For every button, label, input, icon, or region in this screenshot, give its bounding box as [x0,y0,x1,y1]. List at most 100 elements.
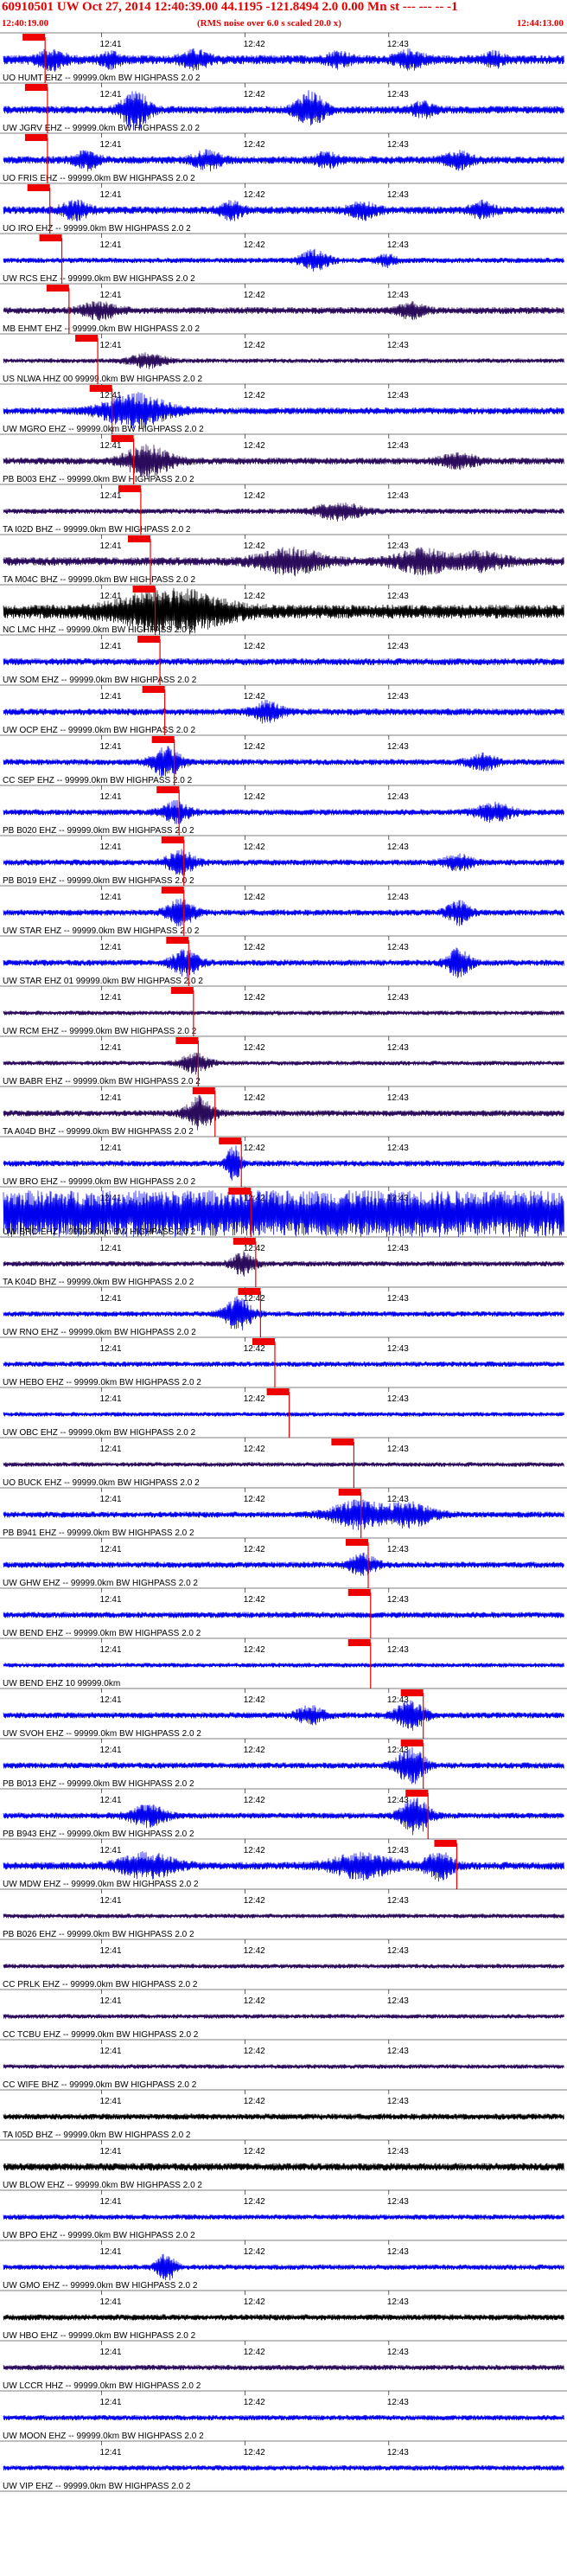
waveform-trace [3,2214,564,2220]
station-label: UW BEND EHZ -- 99999.0km BW HIGHPASS 2.0… [3,1629,201,1638]
pick-marker [233,1238,256,1245]
station-label: UW BABR EHZ -- 99999.0km BW HIGHPASS 2.0… [3,1077,201,1086]
waveform-trace [3,1612,564,1618]
tick-label: 12:43 [387,692,409,702]
tick-label: 12:43 [387,1445,409,1454]
tick-label: 12:42 [244,692,265,702]
waveform-trace [3,2113,564,2120]
tick-label: 12:41 [100,692,122,702]
tick-label: 12:42 [244,1996,265,2006]
station-label: CC TCBU EHZ -- 99999.0km BW HIGHPASS 2.0… [3,2030,199,2040]
pick-marker [346,1539,368,1546]
tick-label: 12:43 [387,1946,409,1956]
pick-marker [219,1137,242,1144]
tick-label: 12:43 [387,491,409,501]
waveform-trace [3,2464,564,2471]
tick-label: 12:43 [387,240,409,250]
tick-label: 12:42 [244,943,265,952]
tick-label: 12:42 [244,893,265,902]
tick-label: 12:43 [387,1344,409,1354]
tick-label: 12:43 [387,1595,409,1605]
tick-label: 12:41 [100,1244,122,1253]
pick-marker [166,937,189,944]
tick-label: 12:41 [100,1144,122,1153]
tick-label: 12:41 [100,441,122,451]
tick-label: 12:43 [387,1394,409,1404]
tick-label: 12:43 [387,742,409,752]
station-label: UW MOON EHZ -- 99999.0km BW HIGHPASS 2.0… [3,2432,204,2441]
tick-label: 12:42 [244,642,265,651]
waveform-trace [3,1462,564,1467]
station-label: CC SEP EHZ -- 99999.0km BW HIGHPASS 2.0 … [3,776,193,785]
waveform-trace [3,248,564,272]
tick-label: 12:42 [244,2297,265,2307]
waveform-trace [3,502,564,522]
waveform-trace [3,2414,564,2421]
pick-marker [75,335,99,342]
tick-label: 12:43 [387,792,409,802]
station-label: PB B020 EHZ -- 99999.0km BW HIGHPASS 2.0… [3,826,194,836]
pick-marker [161,887,184,894]
tick-label: 12:42 [244,541,265,551]
tick-label: 12:42 [244,1294,265,1304]
station-label: UW OBC EHZ -- 99999.0km BW HIGHPASS 2.0 … [3,1428,196,1438]
pick-marker [156,786,180,793]
pick-marker [161,836,184,843]
pick-marker [118,485,141,492]
tick-label: 12:42 [244,1244,265,1253]
tick-label: 12:42 [244,592,265,601]
tick-label: 12:42 [244,341,265,350]
tick-label: 12:41 [100,40,122,49]
waveform-trace [3,1913,564,1919]
waveform-trace [3,1746,564,1785]
tick-label: 12:42 [244,1896,265,1906]
tick-label: 12:43 [387,1896,409,1906]
tick-label: 12:42 [244,2398,265,2407]
station-label: TA K04D BHZ -- 99999.0km BW HIGHPASS 2.0… [3,1278,194,1287]
tick-label: 12:42 [244,1545,265,1554]
tick-label: 12:43 [387,2197,409,2207]
pick-marker [400,1740,424,1746]
waveform-trace [3,1851,564,1882]
tick-label: 12:42 [244,2348,265,2357]
waveform-trace [3,1412,564,1417]
station-label: UW OCP EHZ -- 99999.0km BW HIGHPASS 2.0 … [3,726,195,735]
pick-marker [338,1489,361,1496]
pick-marker [405,1790,429,1797]
pick-marker [331,1439,354,1445]
tick-label: 12:41 [100,2147,122,2156]
station-label: PB B943 EHZ -- 99999.0km BW HIGHPASS 2.0… [3,1829,194,1839]
station-label: UW RCM EHZ -- 99999.0km BW HIGHPASS 2.0 … [3,1027,197,1036]
pick-marker [400,1689,424,1696]
tick-label: 12:42 [244,40,265,49]
tick-label: 12:42 [244,441,265,451]
station-label: PB B941 EHZ -- 99999.0km BW HIGHPASS 2.0… [3,1528,194,1538]
pick-marker [347,1589,371,1596]
waveform-trace [3,2253,564,2281]
pick-marker [111,435,134,442]
tick-label: 12:43 [387,441,409,451]
waveform-trace [3,300,564,321]
tick-label: 12:41 [100,140,122,150]
waveform-trace [3,1145,564,1181]
station-label: TA M04C BHZ -- 99999.0km BW HIGHPASS 2.0… [3,575,195,585]
tick-label: 12:43 [387,893,409,902]
tick-label: 12:42 [244,1394,265,1404]
tick-label: 12:43 [387,291,409,300]
tick-label: 12:42 [244,190,265,200]
station-label: UO HUMT EHZ -- 99999.0km BW HIGHPASS 2.0… [3,74,201,83]
tick-label: 12:41 [100,893,122,902]
waveform-trace [3,746,564,777]
tick-label: 12:41 [100,1695,122,1705]
waveform-trace [3,2364,564,2371]
tick-label: 12:42 [244,1093,265,1103]
station-label: UW STAR EHZ 01 99999.0km BW HIGHPASS 2.0… [3,977,203,986]
pick-marker [266,1388,290,1395]
station-label: UW MGRO EHZ -- 99999.0km BW HIGHPASS 2.0… [3,425,204,434]
waveform-trace [3,2014,564,2019]
station-label: UW BRO EHZ -- 99999.0km BW HIGHPASS 2.0 … [3,1227,196,1237]
tick-label: 12:43 [387,1545,409,1554]
pick-marker [24,134,48,141]
waveform-trace [3,1964,564,1969]
tick-label: 12:41 [100,1394,122,1404]
